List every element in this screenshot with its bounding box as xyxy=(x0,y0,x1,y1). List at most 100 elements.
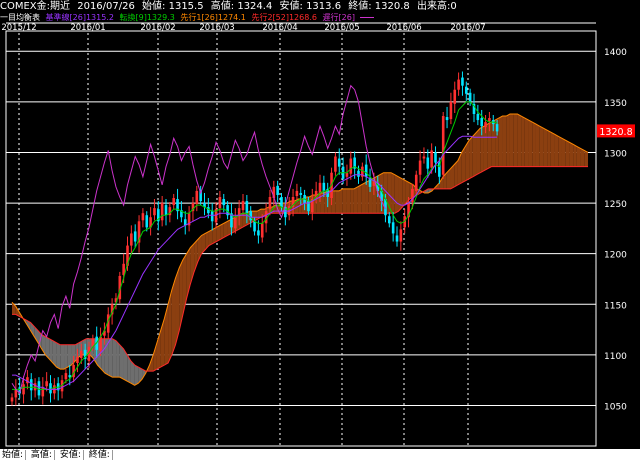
candle-body xyxy=(414,174,418,191)
candle-body xyxy=(257,230,260,236)
candle-body xyxy=(172,198,175,206)
candle-body xyxy=(345,172,349,177)
cloud-segment xyxy=(179,259,183,331)
candle-body xyxy=(145,215,149,228)
high-price: 高値: 1324.4 xyxy=(210,1,273,12)
candle-body xyxy=(357,170,360,177)
candle-body xyxy=(480,118,483,127)
cloud-segment xyxy=(558,136,562,167)
y-tick-label: 1100 xyxy=(604,352,627,362)
cloud-segment xyxy=(561,138,566,167)
candle-body xyxy=(337,158,341,167)
legend-chikou-swatch xyxy=(360,17,375,18)
cloud-segment xyxy=(223,221,228,238)
cloud-segment xyxy=(524,118,529,167)
candle-body xyxy=(234,217,237,229)
cloud-segment xyxy=(498,116,503,167)
candle-body xyxy=(495,124,499,132)
ichimoku-chart: 1050 1100 1150 1200 1250 1300 1350 1400 2015/12 2… xyxy=(1,22,635,447)
cloud-segment xyxy=(56,342,61,370)
y-tick-label: 1300 xyxy=(604,149,627,159)
x-tick-label: 2016/01 xyxy=(70,23,105,33)
cloud-segment xyxy=(513,114,518,167)
candle-body xyxy=(160,203,164,221)
footer-high: 高値: xyxy=(28,450,55,460)
x-tick-label: 2016/06 xyxy=(386,23,421,33)
candle-body xyxy=(80,350,83,358)
candle-body xyxy=(268,197,272,210)
cloud-segment xyxy=(476,128,481,175)
cloud-segment xyxy=(469,136,473,179)
candle-body xyxy=(445,117,449,121)
cloud-segment xyxy=(216,225,221,242)
cloud-segment xyxy=(539,126,544,167)
candle-body xyxy=(41,387,45,397)
candle-body xyxy=(299,192,303,195)
candle-body xyxy=(422,156,426,159)
candle-body xyxy=(476,114,480,121)
candle-body xyxy=(45,381,48,387)
y-tick-label: 1350 xyxy=(604,99,627,109)
cloud-segment xyxy=(353,186,358,214)
cloud-segment xyxy=(472,132,477,177)
cloud-segment xyxy=(208,229,213,246)
cloud-segment xyxy=(365,180,369,214)
cloud-segment xyxy=(164,304,169,366)
candle-body xyxy=(395,235,399,242)
footer-close: 終値: xyxy=(86,450,113,460)
cloud-segment xyxy=(543,128,548,167)
candle-body xyxy=(484,122,487,128)
footer-low: 安値: xyxy=(57,450,84,460)
cloud-segment xyxy=(350,188,354,214)
cloud-segment xyxy=(535,124,540,167)
cloud-segment xyxy=(67,344,72,368)
cloud-segment xyxy=(509,114,514,167)
candle-body xyxy=(76,356,79,363)
cloud-segment xyxy=(517,114,522,167)
cloud-segment xyxy=(153,342,157,372)
candle-body xyxy=(280,197,283,208)
cloud-segment xyxy=(532,122,536,167)
cloud-segment xyxy=(576,146,581,167)
candle-body xyxy=(318,182,322,193)
candle-body xyxy=(29,379,33,391)
x-tick-label: 2016/04 xyxy=(262,23,297,33)
candle-body xyxy=(141,213,145,221)
y-tick-label: 1050 xyxy=(604,403,627,413)
cloud-segment xyxy=(60,344,65,370)
quote-date: 2016/07/26 xyxy=(77,1,135,12)
candle-body xyxy=(295,190,299,196)
cloud-segment xyxy=(569,142,574,167)
cloud-segment xyxy=(134,365,139,386)
candle-body xyxy=(465,86,468,94)
candle-body xyxy=(334,156,337,172)
footer-open: 始値: xyxy=(0,450,27,460)
volume: 出来高:0 xyxy=(416,1,457,12)
candle-body xyxy=(434,152,437,163)
last-price-label: 1320.8 xyxy=(599,127,632,138)
candle-body xyxy=(322,182,326,191)
y-tick-label: 1150 xyxy=(604,301,627,311)
candle-body xyxy=(218,197,222,209)
cloud-segment xyxy=(108,338,113,378)
legend-tenkan: 転換[9]1329.3 xyxy=(119,13,175,22)
candle-body xyxy=(260,223,264,238)
low-price: 安値: 1313.6 xyxy=(279,1,342,12)
candle-body xyxy=(461,77,464,86)
x-tick-label: 2016/07 xyxy=(450,23,485,33)
candle-body xyxy=(153,208,156,216)
legend-kijun: 基準線[26]1315.2 xyxy=(45,13,114,22)
candle-body xyxy=(391,222,395,234)
candle-body xyxy=(453,89,457,104)
instrument-name: COMEX金:期近 xyxy=(0,1,71,12)
open-price: 始値: 1315.5 xyxy=(142,1,204,12)
candle-body xyxy=(488,118,491,122)
candle-body xyxy=(253,221,256,232)
candle-body xyxy=(245,201,249,214)
candle-body xyxy=(10,397,14,402)
candle-body xyxy=(364,164,368,177)
cloud-segment xyxy=(339,188,343,214)
candle-body xyxy=(164,205,168,216)
candle-body xyxy=(468,92,472,102)
cloud-segment xyxy=(335,190,340,214)
